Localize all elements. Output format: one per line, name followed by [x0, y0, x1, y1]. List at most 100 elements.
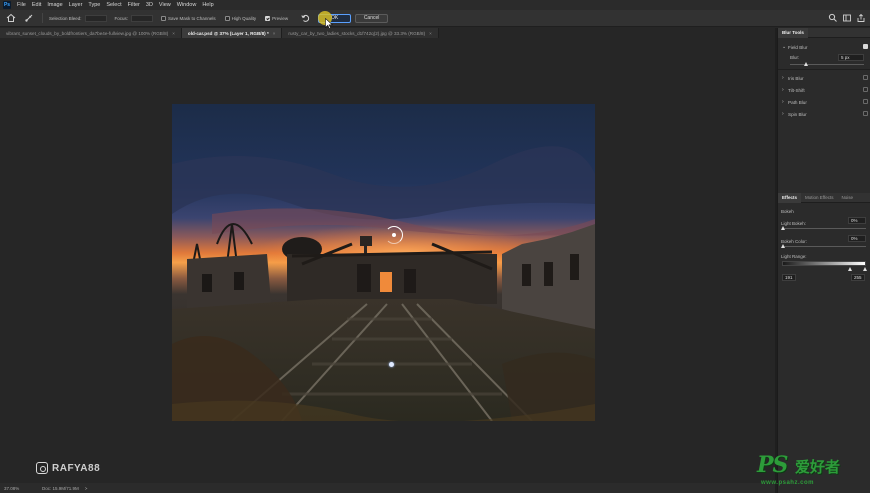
path-blur-checkbox[interactable]	[863, 99, 868, 104]
menu-3d[interactable]: 3D	[143, 2, 156, 8]
chevron-right-icon[interactable]: ›	[782, 99, 787, 105]
tab-label: vibrant_sunset_clouds_by_boldfrontiers_d…	[6, 30, 169, 36]
options-right-group	[824, 13, 866, 23]
focus-label: Focus:	[114, 15, 129, 21]
bokeh-color-input[interactable]: 0%	[848, 235, 866, 242]
menu-layer[interactable]: Layer	[66, 2, 86, 8]
save-mask-checkbox-box[interactable]	[161, 15, 167, 21]
spin-blur-checkbox[interactable]	[863, 111, 868, 116]
zoom-level[interactable]: 37.08%	[4, 486, 34, 491]
menu-file[interactable]: File	[14, 2, 29, 8]
tab-motion-effects[interactable]: Motion Effects	[801, 193, 837, 203]
light-bokeh-thumb[interactable]	[781, 226, 785, 230]
preview-checkbox-box[interactable]	[265, 15, 271, 21]
blur-slider-track[interactable]	[790, 64, 864, 65]
instagram-watermark: RAFYA88	[36, 462, 100, 474]
high-quality-checkbox-box[interactable]	[224, 15, 230, 21]
light-range-min-input[interactable]: 191	[782, 274, 796, 281]
light-range-gradient[interactable]	[782, 261, 866, 266]
selection-bleed-label: Selection Bleed:	[49, 15, 82, 21]
document-tab[interactable]: vibrant_sunset_clouds_by_boldfrontiers_d…	[0, 28, 182, 38]
iris-blur-row[interactable]: › Iris Blur	[778, 72, 870, 84]
reset-undo-icon[interactable]	[301, 14, 310, 23]
share-icon[interactable]	[856, 13, 866, 23]
light-range-row: Light Range: 191 255	[778, 252, 870, 284]
close-icon[interactable]: ×	[172, 31, 175, 36]
light-range-max-input[interactable]: 255	[851, 274, 865, 281]
tab-label: rusty_car_by_two_ladies_stocks_d1f742q(2…	[288, 30, 426, 36]
effects-section: Effects Motion Effects Noise Bokeh Light…	[778, 192, 870, 284]
iris-blur-checkbox[interactable]	[863, 75, 868, 80]
site-watermark: PS 爱好者 www.psahz.com	[755, 452, 865, 492]
tilt-shift-row[interactable]: › Tilt-Shift	[778, 84, 870, 96]
light-range-max-thumb[interactable]	[863, 267, 867, 271]
field-blur-row[interactable]: ⌄ Field Blur	[778, 41, 870, 53]
path-blur-row[interactable]: › Path Blur	[778, 96, 870, 108]
panel-header: Blur Tools	[778, 27, 870, 38]
menu-image[interactable]: Image	[44, 2, 65, 8]
focus-field[interactable]	[131, 14, 154, 22]
instagram-handle: RAFYA88	[52, 462, 101, 474]
tilt-shift-label: Tilt-Shift	[788, 87, 805, 93]
light-range-label: Light Range:	[781, 254, 807, 259]
selection-bleed-field[interactable]	[84, 14, 107, 22]
chevron-right-icon[interactable]: ›	[782, 111, 787, 117]
light-bokeh-label: Light Bokeh:	[781, 220, 807, 226]
photoshop-logo-icon[interactable]: Ps	[3, 1, 11, 9]
bokeh-color-track[interactable]	[782, 246, 866, 247]
cancel-button[interactable]: Cancel	[355, 13, 389, 23]
preview-checkbox[interactable]: Preview	[265, 15, 291, 21]
spin-blur-row[interactable]: › Spin Blur	[778, 108, 870, 120]
field-blur-checkbox[interactable]	[863, 44, 868, 49]
divider	[778, 69, 870, 70]
document-tab-active[interactable]: old-car.psd @ 37% (Layer 1, RGB/8) * ×	[181, 28, 283, 38]
menu-view[interactable]: View	[156, 2, 174, 8]
menu-filter[interactable]: Filter	[125, 2, 143, 8]
blur-pin-active[interactable]	[392, 233, 396, 237]
options-bar: Selection Bleed: Focus: Save Mask to Cha…	[0, 10, 870, 27]
menu-window[interactable]: Window	[174, 2, 200, 8]
document-tab[interactable]: rusty_car_by_two_ladies_stocks_d1f742q(2…	[282, 28, 439, 38]
bokeh-color-thumb[interactable]	[781, 244, 785, 248]
menu-edit[interactable]: Edit	[29, 2, 44, 8]
spin-blur-label: Spin Blur	[788, 111, 807, 117]
tab-effects[interactable]: Effects	[778, 192, 802, 203]
high-quality-checkbox[interactable]: High Quality	[224, 15, 260, 21]
options-divider	[42, 13, 43, 23]
bokeh-color-label: Bokeh Color:	[781, 238, 808, 244]
tab-blur-tools[interactable]: Blur Tools	[778, 27, 808, 38]
close-icon[interactable]: ×	[273, 31, 276, 36]
chevron-right-icon[interactable]: ›	[782, 87, 787, 93]
canvas-area[interactable]	[0, 38, 775, 483]
search-icon[interactable]	[828, 13, 838, 23]
status-bar: 37.08% Doc: 15.9M/71.9M >	[0, 483, 775, 493]
field-blur-label: Field Blur	[788, 44, 808, 50]
canvas-photo[interactable]	[172, 104, 595, 421]
workspace-icon[interactable]	[842, 13, 852, 23]
menu-type[interactable]: Type	[85, 2, 103, 8]
preview-label: Preview	[272, 15, 289, 21]
save-mask-checkbox[interactable]: Save Mask to Channels	[161, 15, 219, 21]
document-size: Doc: 15.9M/71.9M	[42, 485, 79, 491]
home-icon[interactable]	[6, 13, 16, 23]
tab-noise[interactable]: Noise	[837, 193, 857, 203]
light-range-min-thumb[interactable]	[848, 267, 852, 271]
tilt-shift-checkbox[interactable]	[863, 87, 868, 92]
bokeh-label: Bokeh	[781, 208, 794, 214]
blur-pin-secondary[interactable]	[389, 362, 394, 367]
status-menu-arrow-icon[interactable]: >	[85, 486, 88, 491]
blur-slider-thumb[interactable]	[803, 62, 808, 66]
light-bokeh-input[interactable]: 0%	[848, 217, 866, 224]
path-blur-label: Path Blur	[788, 99, 807, 105]
blur-brush-tool-icon[interactable]	[24, 13, 34, 23]
blur-amount-input[interactable]: 5 px	[838, 54, 864, 61]
light-bokeh-track[interactable]	[782, 228, 866, 229]
close-icon[interactable]: ×	[429, 31, 432, 36]
watermark-url-text: www.psahz.com	[761, 480, 814, 486]
menu-help[interactable]: Help	[199, 2, 216, 8]
blur-tools-panel: Blur Tools ⌄ Field Blur Blur: 5 px › Iri…	[777, 27, 870, 493]
blur-amount-label: Blur:	[790, 55, 800, 60]
menu-select[interactable]: Select	[103, 2, 124, 8]
chevron-right-icon[interactable]: ›	[782, 75, 787, 81]
chevron-down-icon[interactable]: ⌄	[782, 44, 787, 50]
